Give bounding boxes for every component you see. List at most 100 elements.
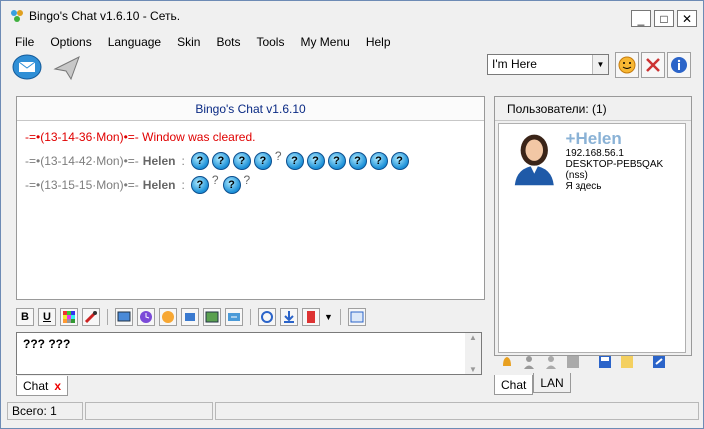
unknown-emoji-icon: ?: [390, 152, 409, 170]
user-icon: [546, 356, 556, 369]
smiley-button[interactable]: [615, 52, 639, 78]
chat-header: Bingo's Chat v1.6.10: [17, 97, 484, 121]
chat-bubble-icon: [12, 54, 42, 80]
menu-bar: File Options Language Skin Bots Tools My…: [7, 33, 399, 51]
refresh-button[interactable]: [258, 308, 276, 326]
user-entry[interactable]: +Helen 192.168.56.1 DESKTOP-PEB5QAK (nss…: [507, 130, 685, 192]
menu-help[interactable]: Help: [358, 33, 399, 51]
user-add-button[interactable]: [520, 353, 538, 371]
message-line: -=•(13-15-15·Mon)•=- Helen : ? ? ? ?: [25, 173, 476, 197]
message-author[interactable]: Helen: [143, 178, 176, 192]
tab-lan[interactable]: LAN: [533, 373, 571, 393]
unknown-emoji-icon: ?: [253, 152, 272, 170]
status-total: Всего: 1: [7, 402, 83, 420]
chat-tabs: Chat x: [16, 376, 69, 396]
menu-options[interactable]: Options: [42, 33, 99, 51]
send-file-icon: [228, 313, 240, 321]
unknown-emoji-icon: ?: [327, 152, 346, 170]
message-separator: :: [181, 154, 185, 168]
status-cell: [85, 402, 213, 420]
close-tab-icon[interactable]: x: [54, 379, 61, 393]
unknown-emoji-icon: ?: [306, 152, 325, 170]
window-icon: [350, 311, 364, 323]
message-input-value: ??? ???: [23, 337, 71, 351]
smiley-icon: [162, 311, 174, 323]
status-cell: [215, 402, 699, 420]
square-icon: [567, 356, 579, 368]
menu-file[interactable]: File: [7, 33, 42, 51]
unknown-emoji-icon: ?: [232, 152, 251, 170]
underline-button[interactable]: U: [38, 308, 56, 326]
unknown-emoji-icon: ?: [190, 176, 209, 194]
clear-format-button[interactable]: [82, 308, 100, 326]
menu-language[interactable]: Language: [100, 33, 169, 51]
message-text: -=•(13-14-36·Mon)•=- Window was cleared.: [25, 130, 256, 144]
user-status: Я здесь: [565, 181, 602, 192]
notes-button[interactable]: [618, 353, 636, 371]
unknown-emoji-icon: ?: [222, 176, 241, 194]
block-button[interactable]: [564, 353, 582, 371]
message-author[interactable]: Helen: [143, 154, 176, 168]
screenshot-button[interactable]: [115, 308, 133, 326]
tools-icon: [646, 58, 660, 72]
pin-icon: [84, 310, 98, 324]
menu-tools[interactable]: Tools: [248, 33, 292, 51]
settings-button[interactable]: [641, 52, 665, 78]
file-button[interactable]: [225, 308, 243, 326]
bell-button[interactable]: [498, 353, 516, 371]
image-button[interactable]: [203, 308, 221, 326]
info-icon: [671, 57, 687, 73]
download-icon: [284, 311, 294, 323]
color-grid-button[interactable]: [60, 308, 78, 326]
floppy-icon: [599, 356, 611, 368]
minimize-button[interactable]: _: [631, 10, 651, 27]
tab-label: Chat: [23, 378, 49, 393]
status-dropdown[interactable]: I'm Here ▼: [487, 54, 609, 75]
clock-icon: [140, 311, 152, 323]
unknown-emoji-icon: ?: [211, 152, 230, 170]
users-header: Пользователи: (1): [495, 97, 691, 121]
bookmark-button[interactable]: [302, 308, 320, 326]
users-panel: Пользователи: (1) +Helen 192.168.56.1 DE…: [494, 96, 692, 356]
menu-bots[interactable]: Bots: [208, 33, 248, 51]
info-button[interactable]: [667, 52, 691, 78]
tab-chat[interactable]: Chat x: [16, 376, 69, 396]
user-icon: [524, 356, 534, 369]
user-remove-button[interactable]: [542, 353, 560, 371]
format-toolbar: B U ▼: [16, 307, 485, 327]
broadcast-button[interactable]: [49, 51, 85, 85]
toolbar-separator: [339, 309, 341, 325]
unknown-emoji-icon: ?: [285, 152, 304, 170]
title-bar[interactable]: Bingo's Chat v1.6.10 - Сеть. _ □ ✕: [1, 1, 703, 31]
chevron-down-icon[interactable]: ▼: [324, 312, 333, 322]
close-button[interactable]: ✕: [677, 10, 697, 27]
sound-button[interactable]: [181, 308, 199, 326]
color-grid-icon: [63, 311, 75, 323]
message-separator: :: [181, 178, 185, 192]
unknown-char: ?: [274, 149, 282, 163]
menu-my-menu[interactable]: My Menu: [292, 33, 357, 51]
window-title: Bingo's Chat v1.6.10 - Сеть.: [29, 9, 181, 23]
message-timestamp: -=•(13-15-15·Mon)•=-: [25, 178, 139, 192]
message-input[interactable]: ??? ??? ▲ ▼: [16, 332, 482, 375]
message-button[interactable]: [9, 51, 45, 85]
user-info: +Helen 192.168.56.1 DESKTOP-PEB5QAK (nss…: [565, 130, 685, 193]
paper-plane-icon: [53, 55, 80, 81]
tab-chat-users[interactable]: Chat: [494, 375, 534, 395]
main-toolbar: [9, 51, 85, 87]
bold-button[interactable]: B: [16, 308, 34, 326]
users-toolbar: [498, 353, 668, 371]
menu-skin[interactable]: Skin: [169, 33, 208, 51]
clock-button[interactable]: [137, 308, 155, 326]
download-button[interactable]: [280, 308, 298, 326]
input-scrollbar[interactable]: ▲ ▼: [465, 333, 481, 374]
save-button[interactable]: [596, 353, 614, 371]
users-list: +Helen 192.168.56.1 DESKTOP-PEB5QAK (nss…: [498, 123, 686, 353]
window-button[interactable]: [347, 308, 366, 326]
chevron-down-icon[interactable]: ▼: [592, 55, 608, 74]
unknown-char: ?: [211, 173, 219, 187]
refresh-users-button[interactable]: [650, 353, 668, 371]
app-icon: [11, 10, 23, 22]
emoji-button[interactable]: [159, 308, 177, 326]
maximize-button[interactable]: □: [654, 10, 674, 27]
